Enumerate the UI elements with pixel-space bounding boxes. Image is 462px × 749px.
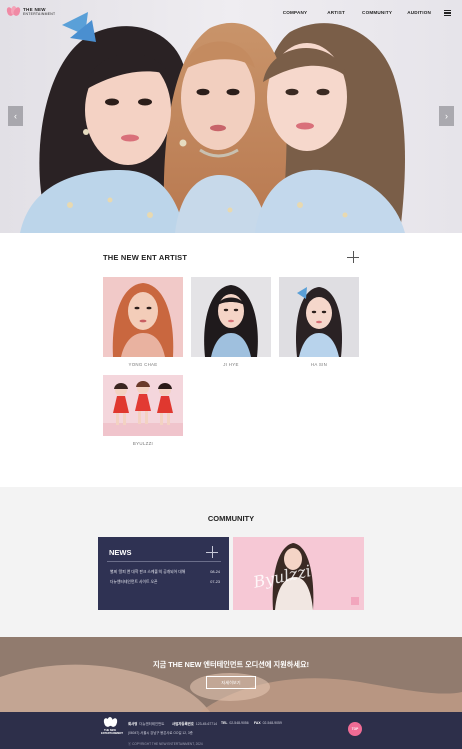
artist-name: HA SIN — [310, 362, 328, 367]
nav-company[interactable]: COMPANY — [283, 10, 308, 15]
footer-address: (06047) 서울시 강남구 봉은사로 OO길 12, 3층 — [128, 731, 193, 735]
hero-slider: ‹ › — [0, 0, 462, 233]
artist-photo — [191, 277, 271, 357]
lotus-logo-icon — [5, 6, 22, 17]
nav-audition[interactable]: AUDITION — [407, 10, 431, 15]
artist-section-title: THE NEW ENT ARTIST — [103, 253, 188, 262]
lotus-logo-icon — [101, 717, 119, 728]
artist-photo — [279, 277, 359, 357]
artist-photo — [103, 277, 183, 357]
news-box: NEWS 별찌 '알피 앤 대학 판크 스케줄'의 공개되어 대해 08-24 … — [98, 537, 229, 610]
community-title: COMMUNITY — [207, 514, 255, 523]
footer-biz-number: 사업자등록번호 123-45-67714 — [172, 721, 217, 726]
footer-biz-label: 사업자등록번호 — [172, 722, 194, 726]
artist-photo — [103, 375, 183, 436]
news-item[interactable]: 더뉴엔터테인먼트 사이트 오픈 07-23 — [110, 580, 220, 585]
news-item-text: 더뉴엔터테인먼트 사이트 오픈 — [110, 580, 158, 584]
artist-name: YONG CHAE — [128, 362, 158, 367]
main-nav: COMPANY ARTIST COMMUNITY AUDITION — [283, 10, 431, 15]
logo-text: THE NEW ENTERTAINMENT — [23, 7, 55, 17]
banner-image — [0, 637, 462, 712]
hero-next-button[interactable]: › — [439, 106, 454, 126]
footer-company-value: 더뉴엔터테인먼트 — [139, 722, 165, 726]
site-header: THE NEW ENTERTAINMENT COMPANY ARTIST COM… — [0, 0, 462, 26]
nav-community[interactable]: COMMUNITY — [362, 10, 392, 15]
site-footer — [0, 712, 462, 749]
logo-line2: ENTERTAINMENT — [23, 11, 56, 16]
news-item-date: 08-24 — [210, 570, 220, 574]
nav-artist[interactable]: ARTIST — [327, 10, 345, 15]
audition-banner — [0, 637, 462, 712]
artist-card-byulzzi[interactable]: BYULZZI — [103, 375, 183, 446]
footer-tel-value: 02-548-9056 — [229, 721, 249, 725]
artist-name: JI HYE — [223, 362, 239, 367]
footer-tel: TEL 02-548-9056 — [221, 721, 249, 725]
footer-fax-value: 02-548-9059 — [262, 721, 282, 725]
community-section — [0, 487, 462, 637]
chevron-right-icon: › — [445, 111, 448, 121]
hero-image — [0, 0, 462, 233]
artist-card-yongchae[interactable]: YONG CHAE — [103, 277, 183, 367]
hamburger-menu-icon[interactable] — [444, 10, 451, 16]
news-item-date: 07-23 — [210, 580, 220, 584]
news-item-text: 별찌 '알피 앤 대학 판크 스케줄'의 공개되어 대해 — [110, 570, 186, 574]
footer-tel-label: TEL — [221, 721, 228, 725]
artist-card-jihye[interactable]: JI HYE — [191, 277, 271, 367]
site-logo[interactable]: THE NEW ENTERTAINMENT — [5, 6, 55, 17]
artist-name: BYULZZI — [132, 441, 154, 446]
news-more-plus-icon[interactable] — [206, 546, 218, 558]
chevron-left-icon: ‹ — [14, 111, 17, 121]
news-item[interactable]: 별찌 '알피 앤 대학 판크 스케줄'의 공개되어 대해 08-24 — [110, 570, 220, 575]
hero-prev-button[interactable]: ‹ — [8, 106, 23, 126]
banner-headline: 지금 THE NEW 엔터테인먼트 오디션에 지원하세요! — [153, 660, 309, 669]
footer-fax: FAX 02-548-9059 — [254, 721, 282, 725]
artist-more-plus-icon[interactable] — [347, 251, 359, 263]
footer-company: 회사명 더뉴엔터테인먼트 — [128, 721, 164, 726]
news-divider — [107, 561, 221, 562]
scroll-top-button[interactable]: TOP — [348, 722, 362, 736]
footer-biz-value: 123-45-67714 — [195, 722, 217, 726]
footer-logo-text: THE NEW ENTERTAINMENT — [101, 729, 123, 735]
audition-detail-button[interactable]: 자세히보기 — [206, 676, 256, 689]
footer-copyright: ⓒ COPYRIGHT THE NEW ENTERTAINMENT, 2024 — [128, 742, 203, 746]
promo-banner[interactable]: Byulzzi — [233, 537, 364, 610]
artist-card-hasin[interactable]: HA SIN — [279, 277, 359, 367]
footer-company-label: 회사명 — [128, 722, 138, 726]
footer-fax-label: FAX — [254, 721, 261, 725]
footer-logo[interactable]: THE NEW ENTERTAINMENT — [101, 717, 123, 735]
news-title: NEWS — [109, 548, 132, 557]
